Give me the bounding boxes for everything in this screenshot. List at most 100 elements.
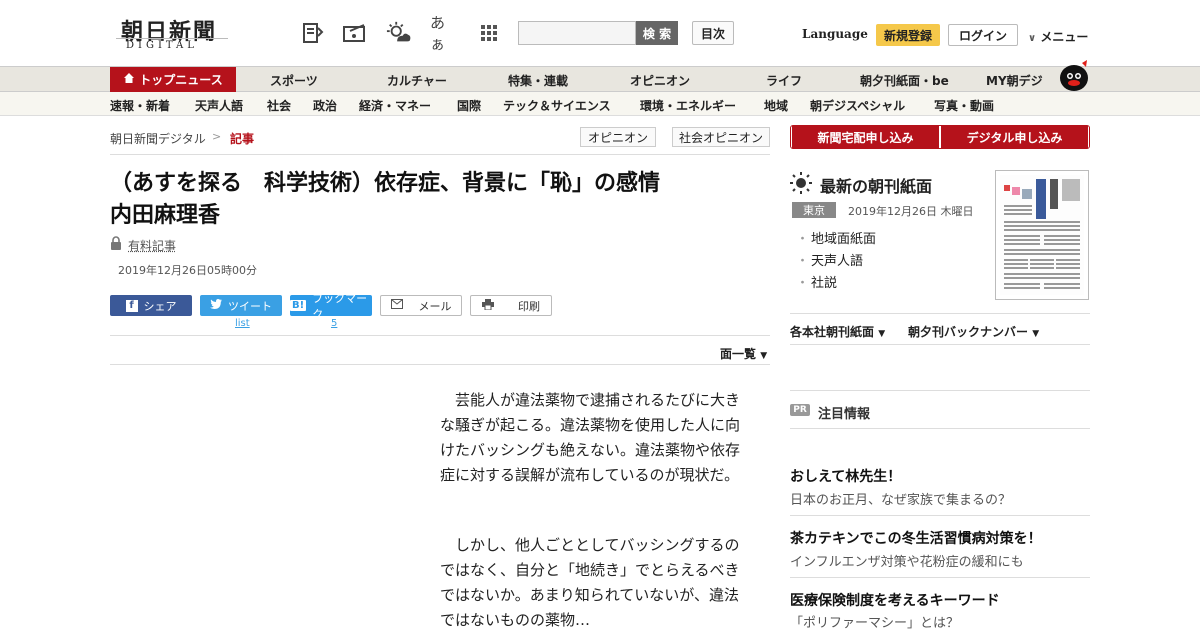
mascot-icon[interactable] [1056,58,1090,92]
nav-item-life[interactable]: ライフ [766,72,802,89]
sub-nav: 速報・新着 天声人語 社会 政治 経済・マネー 国際 テック＆サイエンス 環境・… [0,92,1200,116]
facebook-icon: f [125,299,138,312]
hatena-bookmark-button[interactable]: B! ブックマーク [290,292,372,321]
divider [790,577,1090,578]
ticket-icon[interactable] [342,20,368,46]
paper-link-tenseijingo[interactable]: 天声人語 [796,250,863,269]
sun-icon [790,172,812,197]
font-size-icon[interactable]: あぁ [430,14,456,53]
paid-article-label[interactable]: 有料記事 [128,237,176,254]
weather-icon[interactable] [386,20,412,46]
tag-opinion[interactable]: オピニオン [580,127,656,147]
nav-item-opinion[interactable]: オピニオン [630,72,690,89]
back-number-label: 朝夕刊バックナンバー [908,325,1029,339]
divider [790,344,1090,345]
twitter-count[interactable]: list [235,318,250,329]
home-icon [123,72,135,87]
print-button[interactable]: 印刷 [470,295,552,316]
hatena-bookmark-label: ブックマーク [312,291,368,321]
main-nav: トップニュース スポーツ カルチャー 特集・連載 オピニオン ライフ 朝夕刊紙面… [0,66,1200,92]
article-date: 2019年12月26日05時00分 [118,264,257,277]
regional-paper-dropdown[interactable]: 各本社朝刊紙面 ▼ [790,323,885,340]
subnav-item-breaking[interactable]: 速報・新着 [110,97,170,114]
lock-icon [110,236,124,252]
subnav-item-tenseijingo[interactable]: 天声人語 [195,97,243,114]
facebook-share-label: シェア [143,299,177,313]
login-button[interactable]: ログイン [948,24,1018,46]
subnav-item-international[interactable]: 国際 [457,97,481,114]
promo-subtitle[interactable]: 日本のお正月、なぜ家族で集まるの？ [790,489,1011,508]
divider [790,390,1090,391]
pr-badge: PR [790,404,810,416]
chevron-down-icon: ∨ [1028,33,1037,44]
mail-share-button[interactable]: メール [380,295,462,316]
page-list-label: 面一覧 [720,347,757,361]
menu-button[interactable]: ∨ メニュー [1028,28,1088,45]
logo-divider [116,38,228,39]
promo-title[interactable]: 医療保険制度を考えるキーワード [790,590,1000,610]
hatena-count[interactable]: 5 [331,318,337,329]
divider [110,364,770,365]
search-button[interactable]: 検 索 [636,21,678,45]
page-list-dropdown[interactable]: 面一覧 ▼ [720,345,767,362]
caret-down-icon: ▼ [878,329,886,339]
print-label: 印刷 [518,299,540,313]
twitter-share-button[interactable]: ツイート [200,295,282,316]
headline-author: 内田麻理香 [110,203,221,228]
twitter-share-label: ツイート [228,299,272,313]
search-input[interactable] [518,21,636,45]
promo-title[interactable]: おしえて林先生！ [790,466,901,486]
subnav-item-region[interactable]: 地域 [764,97,788,114]
language-link[interactable]: Language [802,27,868,41]
tag-social-opinion[interactable]: 社会オピニオン [672,127,770,147]
divider [110,154,770,155]
printer-icon [482,298,494,313]
paper-date: 2019年12月26日 木曜日 [848,205,974,218]
digital-subscribe-button[interactable]: デジタル申し込み [941,126,1088,148]
hatena-icon: B! [290,300,307,311]
caret-down-icon: ▼ [1032,329,1040,339]
nav-top-news[interactable]: トップニュース [110,67,236,92]
subnav-item-photo[interactable]: 写真・動画 [934,97,994,114]
divider [790,313,1090,314]
subnav-item-environment[interactable]: 環境・エネルギー [640,97,736,114]
article-paragraph: 芸能人が違法薬物で逮捕されるたびに大きな騒ぎが起こる。違法薬物を使用した人に向け… [440,391,741,484]
subnav-item-tech[interactable]: テック＆サイエンス [503,97,611,114]
nav-top-news-label: トップニュース [139,73,223,87]
facebook-share-button[interactable]: f シェア [110,295,192,316]
paper-link-regional[interactable]: 地域面紙面 [796,228,876,247]
divider [110,335,770,336]
latest-paper-title[interactable]: 最新の朝刊紙面 [820,173,932,197]
pr-section-title: 注目情報 [818,407,871,422]
nav-item-culture[interactable]: カルチャー [387,72,447,89]
breadcrumb-home[interactable]: 朝日新聞デジタル [110,130,206,147]
subnav-item-society[interactable]: 社会 [267,97,291,114]
article-headline: （あすを探る 科学技術）依存症、背景に「恥」の感情 内田麻理香 [110,168,770,232]
promo-subtitle[interactable]: 「ポリファーマシー」とは？ [790,612,959,630]
caret-down-icon: ▼ [760,351,768,361]
nav-item-sports[interactable]: スポーツ [270,72,318,89]
toc-button[interactable]: 目次 [692,21,734,45]
signup-button[interactable]: 新規登録 [876,24,940,46]
subnav-item-special[interactable]: 朝デジスペシャル [810,97,905,114]
mail-share-label: メール [418,299,452,313]
twitter-icon [210,299,222,312]
subnav-item-economy[interactable]: 経済・マネー [359,97,431,114]
headline-title: （あすを探る 科学技術）依存症、背景に「恥」の感情 [110,171,661,196]
nav-item-features[interactable]: 特集・連載 [508,72,568,89]
newspaper-icon[interactable] [300,20,326,46]
breadcrumb-current: 記事 [230,132,255,146]
logo-subtext[interactable]: DIGITAL [126,40,198,51]
breadcrumb-separator: > [212,130,222,143]
grid-menu-icon[interactable] [476,20,502,46]
promo-subtitle[interactable]: インフルエンザ対策や花粉症の緩和にも [790,551,1024,570]
nav-item-paper[interactable]: 朝夕刊紙面・be [860,72,949,89]
subnav-item-politics[interactable]: 政治 [313,97,337,114]
paper-link-editorial[interactable]: 社説 [796,272,837,291]
promo-title[interactable]: 茶カテキンでこの冬生活習慣病対策を！ [790,528,1042,548]
regional-paper-label: 各本社朝刊紙面 [790,325,875,339]
newspaper-thumbnail[interactable] [995,170,1089,300]
back-number-dropdown[interactable]: 朝夕刊バックナンバー ▼ [908,323,1039,340]
delivery-subscribe-button[interactable]: 新聞宅配申し込み [792,126,939,148]
nav-item-my-asadigi[interactable]: MY朝デジ [986,72,1043,89]
